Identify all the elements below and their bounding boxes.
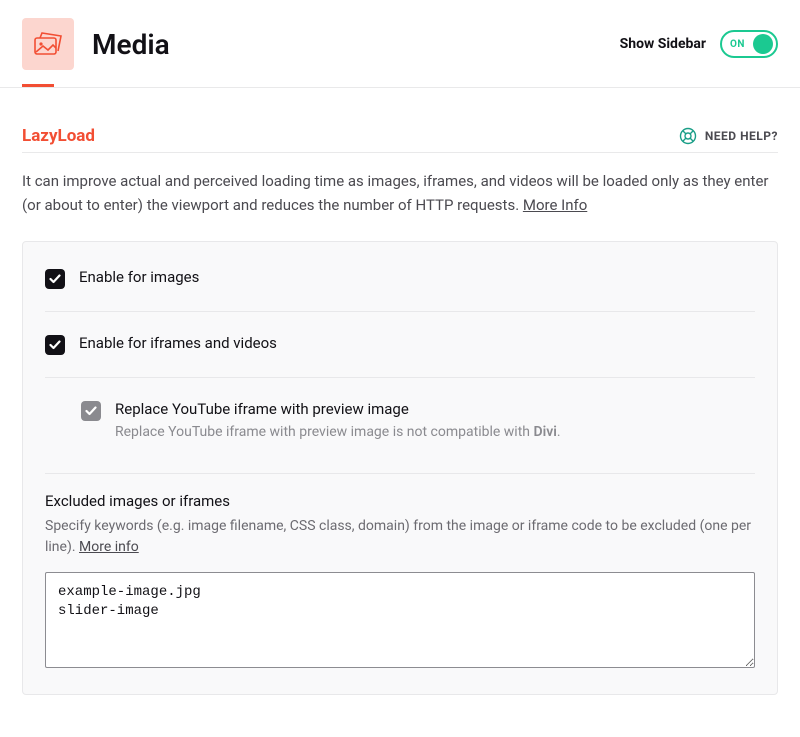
option-youtube-preview-note: Replace YouTube iframe with preview imag…	[115, 422, 561, 443]
row-divider	[45, 473, 755, 474]
row-divider	[45, 311, 755, 312]
lifebuoy-icon	[679, 127, 697, 145]
option-enable-images-body: Enable for images	[79, 268, 199, 286]
checkbox-enable-images[interactable]	[45, 269, 65, 289]
show-sidebar-label: Show Sidebar	[620, 36, 706, 52]
need-help-label: NEED HELP?	[705, 129, 778, 143]
exclude-desc-text: Specify keywords (e.g. image filename, C…	[45, 518, 751, 555]
need-help-link[interactable]: NEED HELP?	[679, 127, 778, 145]
section-description: It can improve actual and perceived load…	[22, 169, 778, 217]
option-enable-images: Enable for images	[45, 264, 755, 293]
row-divider	[45, 377, 755, 378]
description-text: It can improve actual and perceived load…	[22, 172, 768, 214]
media-icon-tile	[22, 18, 74, 70]
option-youtube-preview-label: Replace YouTube iframe with preview imag…	[115, 400, 561, 418]
checkmark-icon	[49, 274, 61, 284]
exclude-textarea[interactable]	[45, 572, 755, 668]
section-header: LazyLoad NEED HELP?	[22, 126, 778, 146]
section-divider	[22, 152, 778, 153]
page-header: Media Show Sidebar ON	[0, 0, 800, 84]
more-info-link[interactable]: More Info	[523, 196, 587, 214]
youtube-note-prefix: Replace YouTube iframe with preview imag…	[115, 424, 533, 440]
toggle-knob	[753, 34, 773, 54]
checkmark-icon	[85, 406, 97, 416]
media-images-icon	[33, 31, 63, 57]
youtube-note-bold: Divi	[533, 424, 556, 440]
settings-panel: Enable for images Enable for iframes and…	[22, 241, 778, 695]
content-area: LazyLoad NEED HELP? It can improve actua…	[0, 88, 800, 717]
option-enable-images-label: Enable for images	[79, 268, 199, 286]
header-left: Media	[22, 18, 170, 70]
checkbox-youtube-preview[interactable]	[81, 401, 101, 421]
option-youtube-preview: Replace YouTube iframe with preview imag…	[45, 396, 755, 447]
show-sidebar-toggle[interactable]: ON	[720, 30, 778, 58]
exclude-description: Specify keywords (e.g. image filename, C…	[45, 516, 755, 558]
checkbox-enable-iframes[interactable]	[45, 335, 65, 355]
option-enable-iframes-body: Enable for iframes and videos	[79, 334, 277, 352]
exclude-more-info-link[interactable]: More info	[79, 539, 139, 555]
toggle-state-label: ON	[722, 39, 745, 50]
page-title: Media	[92, 28, 170, 61]
exclude-section: Excluded images or iframes Specify keywo…	[45, 492, 755, 672]
option-enable-iframes-label: Enable for iframes and videos	[79, 334, 277, 352]
youtube-note-suffix: .	[557, 424, 561, 440]
section-title: LazyLoad	[22, 126, 95, 146]
header-right: Show Sidebar ON	[620, 30, 778, 58]
checkmark-icon	[49, 340, 61, 350]
exclude-title: Excluded images or iframes	[45, 492, 755, 510]
option-enable-iframes: Enable for iframes and videos	[45, 330, 755, 359]
option-youtube-preview-body: Replace YouTube iframe with preview imag…	[115, 400, 561, 443]
